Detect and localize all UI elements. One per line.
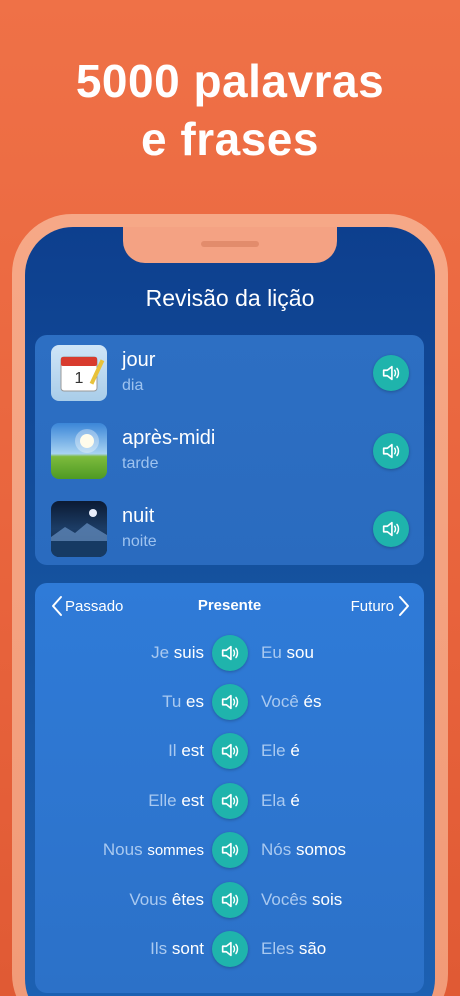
pt-pronoun: Você <box>261 692 299 711</box>
play-audio-button[interactable] <box>212 783 248 819</box>
play-audio-button[interactable] <box>373 511 409 547</box>
pt-verb: é <box>290 741 300 760</box>
pt-verb: sois <box>312 890 343 909</box>
pt-pronoun: Eles <box>261 939 295 958</box>
fr-pronoun: Tu <box>162 692 182 711</box>
headline-line-2: e frases <box>141 113 319 165</box>
fr-verb: est <box>181 791 204 810</box>
phone-frame: Revisão da lição 1 jour dia après-midi t… <box>12 214 448 996</box>
earpiece-speaker <box>201 241 259 247</box>
vocab-translation: dia <box>122 377 144 394</box>
speaker-icon <box>382 443 400 459</box>
pt-pronoun: Ela <box>261 791 286 810</box>
phone-notch <box>123 227 337 263</box>
fr-verb: sommes <box>147 842 204 859</box>
pt-verb: é <box>290 791 300 810</box>
pt-pronoun: Ele <box>261 741 286 760</box>
speaker-icon <box>221 842 239 858</box>
pt-verb: sou <box>286 643 314 662</box>
vocab-row-apres-midi[interactable]: après-midi tarde <box>35 421 424 481</box>
calendar-icon: 1 <box>51 345 107 401</box>
conjugation-row: Elle est Ela é <box>35 781 424 821</box>
chevron-right-icon <box>399 596 409 616</box>
next-tense-label: Futuro <box>350 597 394 615</box>
vocab-word: jour <box>122 349 156 371</box>
speaker-icon <box>221 793 239 809</box>
speaker-icon <box>221 941 239 957</box>
speaker-icon <box>221 743 239 759</box>
conjugation-row: Vous êtes Vocês sois <box>35 880 424 920</box>
pt-pronoun: Eu <box>261 643 282 662</box>
conjugation-card: Passado Presente Futuro Je suis Eu sou T… <box>35 583 424 993</box>
promo-headline: 5000 palavras e frases <box>0 52 460 168</box>
play-audio-button[interactable] <box>212 931 248 967</box>
conjugation-row: Ils sont Eles são <box>35 929 424 969</box>
vocab-word: nuit <box>122 505 155 527</box>
speaker-icon <box>221 892 239 908</box>
play-audio-button[interactable] <box>212 733 248 769</box>
fr-pronoun: Ils <box>150 939 168 958</box>
phone-screen: Revisão da lição 1 jour dia après-midi t… <box>25 227 435 996</box>
vocabulary-card: 1 jour dia après-midi tarde nuit noite <box>35 335 424 565</box>
vocab-row-jour[interactable]: 1 jour dia <box>35 343 424 403</box>
vocab-translation: tarde <box>122 455 159 472</box>
play-audio-button[interactable] <box>373 433 409 469</box>
pt-verb: somos <box>295 840 347 859</box>
play-audio-button[interactable] <box>212 635 248 671</box>
fr-verb: sont <box>171 939 204 958</box>
play-audio-button[interactable] <box>212 882 248 918</box>
night-landscape-icon <box>51 501 107 557</box>
vocab-translation: noite <box>122 533 157 550</box>
svg-text:1: 1 <box>75 370 84 387</box>
fr-verb: êtes <box>171 890 204 909</box>
fr-pronoun: Je <box>151 643 170 662</box>
fr-pronoun: Vous <box>129 890 168 909</box>
pt-verb: são <box>298 939 327 958</box>
play-audio-button[interactable] <box>212 684 248 720</box>
conjugation-row: Je suis Eu sou <box>35 633 424 673</box>
speaker-icon <box>382 365 400 381</box>
speaker-icon <box>221 694 239 710</box>
play-audio-button[interactable] <box>212 832 248 868</box>
vocab-word: après-midi <box>122 427 216 449</box>
fr-verb: est <box>181 741 204 760</box>
fr-pronoun: Il <box>168 741 177 760</box>
speaker-icon <box>221 645 239 661</box>
fr-verb: es <box>186 692 204 711</box>
tense-navigation: Passado Presente Futuro <box>35 595 424 621</box>
fr-pronoun: Nous <box>102 840 143 859</box>
pt-verb: és <box>303 692 322 711</box>
fr-pronoun: Elle <box>148 791 177 810</box>
headline-line-1: 5000 palavras <box>75 55 385 107</box>
speaker-icon <box>382 521 400 537</box>
conjugation-row: Il est Ele é <box>35 731 424 771</box>
pt-pronoun: Vocês <box>261 890 308 909</box>
afternoon-landscape-icon <box>51 423 107 479</box>
conjugation-row: Nous sommes Nós somos <box>35 830 424 870</box>
play-audio-button[interactable] <box>373 355 409 391</box>
conjugation-row: Tu es Você és <box>35 682 424 722</box>
pt-pronoun: Nós <box>261 840 292 859</box>
page-title: Revisão da lição <box>145 285 315 311</box>
next-tense-button[interactable]: Futuro <box>351 595 410 617</box>
vocab-row-nuit[interactable]: nuit noite <box>35 499 424 559</box>
fr-verb: suis <box>173 643 204 662</box>
